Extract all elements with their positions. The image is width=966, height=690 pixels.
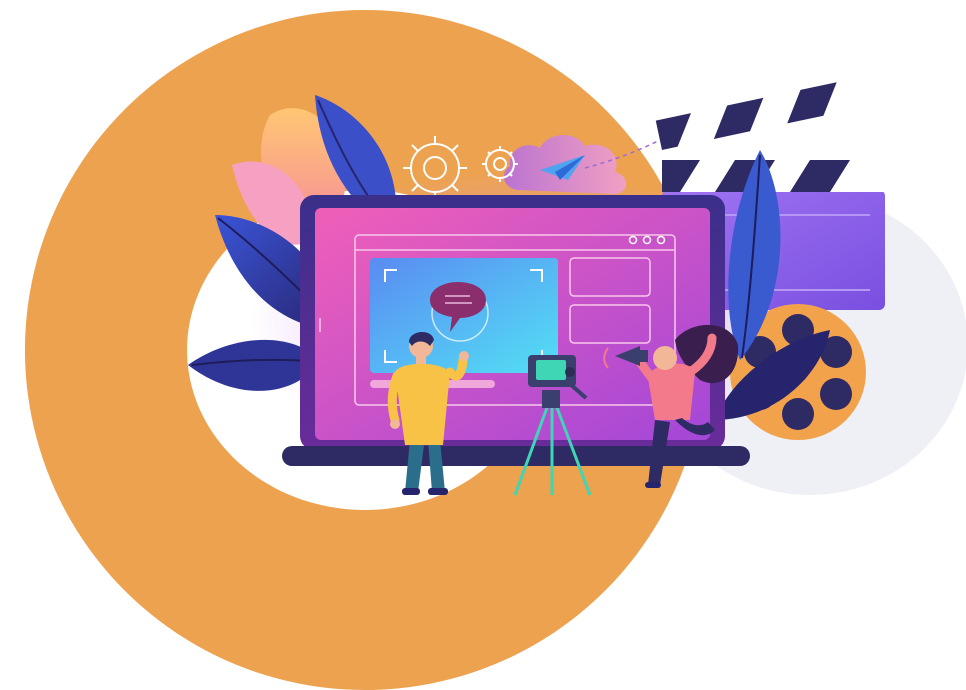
hero-illustration — [0, 0, 966, 690]
video-production-scene — [24, 10, 966, 690]
laptop — [282, 195, 750, 466]
